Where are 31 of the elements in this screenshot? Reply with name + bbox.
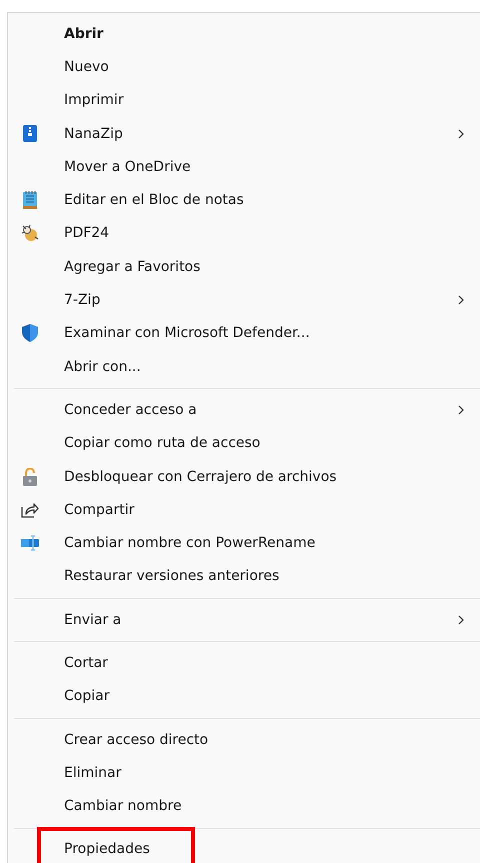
menu-item[interactable]: Desbloquear con Cerrajero de archivos	[8, 460, 480, 494]
menu-item[interactable]: Enviar a	[8, 603, 480, 636]
zipper-icon	[23, 125, 37, 142]
menu-item[interactable]: Cambiar nombre con PowerRename	[8, 526, 480, 560]
notepad-icon	[23, 191, 37, 210]
menu-item[interactable]: Compartir	[8, 493, 480, 526]
bug-mascot-icon	[21, 224, 39, 242]
menu-item[interactable]: Copiar	[8, 680, 480, 713]
menu-item[interactable]: Cambiar nombre	[8, 790, 480, 823]
menu-item[interactable]: Imprimir	[8, 84, 480, 117]
shield-icon	[22, 324, 38, 342]
padlock-icon	[23, 468, 37, 486]
menu-item[interactable]: Nuevo	[8, 50, 480, 84]
rename-icon	[21, 535, 39, 552]
menu-item[interactable]: Conceder acceso a	[8, 393, 480, 427]
menu-item[interactable]: Abrir con...	[8, 350, 480, 384]
menu-item[interactable]: NanaZip	[8, 116, 480, 150]
menu-item[interactable]: Examinar con Microsoft Defender...	[8, 316, 480, 350]
menu-item[interactable]: Agregar a Favoritos	[8, 250, 480, 284]
menu-item[interactable]: Propiedades	[8, 832, 480, 863]
menu-item[interactable]: Mover a OneDrive	[8, 150, 480, 184]
menu-item[interactable]: Editar en el Bloc de notas	[8, 183, 480, 217]
menu-item[interactable]: Crear acceso directo	[8, 722, 480, 756]
menu-item[interactable]: PDF24	[8, 216, 480, 250]
menu-item[interactable]: Cortar	[8, 646, 480, 680]
menu-item[interactable]: 7-Zip	[8, 283, 480, 317]
menu-item[interactable]: Abrir	[8, 17, 480, 50]
menu-item[interactable]: Copiar como ruta de acceso	[8, 426, 480, 460]
menu-item[interactable]: Eliminar	[8, 756, 480, 790]
menu-item[interactable]: Restaurar versiones anteriores	[8, 560, 480, 594]
share-icon	[21, 502, 39, 518]
